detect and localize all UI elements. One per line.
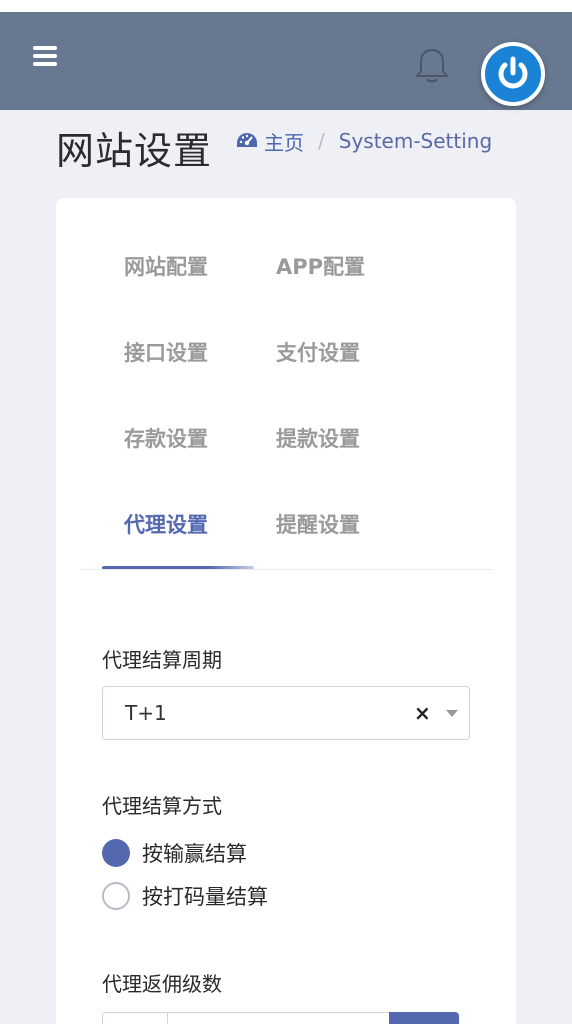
avatar[interactable] — [481, 42, 545, 106]
commission-levels-label: 代理返佣级数 — [102, 972, 222, 996]
status-strip — [0, 0, 572, 12]
tab-website-config[interactable]: 网站配置 — [102, 223, 254, 309]
breadcrumb-current: System-Setting — [338, 129, 493, 153]
breadcrumb: 主页 / System-Setting — [236, 126, 492, 156]
page-title: 网站设置 — [56, 129, 213, 173]
radio-turnover[interactable]: 按打码量结算 — [102, 881, 268, 911]
settlement-method-label: 代理结算方式 — [102, 794, 222, 818]
top-bar — [0, 12, 572, 110]
tab-withdrawal-settings[interactable]: 提款设置 — [254, 395, 406, 481]
hamburger-icon[interactable] — [33, 46, 57, 66]
radio-unchecked-icon[interactable] — [102, 882, 130, 910]
settlement-cycle-value: T+1 — [125, 701, 167, 725]
radio-win-loss-label: 按输赢结算 — [142, 842, 247, 866]
commission-levels-button[interactable] — [389, 1012, 459, 1024]
breadcrumb-home-label: 主页 — [264, 130, 304, 155]
settlement-cycle-label: 代理结算周期 — [102, 648, 222, 672]
tab-api-settings[interactable]: 接口设置 — [102, 309, 254, 395]
tab-payment-settings[interactable]: 支付设置 — [254, 309, 406, 395]
breadcrumb-home-link[interactable]: 主页 — [236, 127, 304, 156]
chevron-down-icon — [446, 710, 458, 717]
radio-checked-icon[interactable] — [102, 839, 130, 867]
breadcrumb-separator: / — [318, 129, 325, 153]
tab-app-config[interactable]: APP配置 — [254, 223, 406, 309]
tab-agent-settings[interactable]: 代理设置 — [102, 481, 254, 567]
tab-reminder-settings[interactable]: 提醒设置 — [254, 481, 406, 567]
power-icon — [498, 56, 528, 89]
clear-icon[interactable]: × — [414, 701, 431, 725]
settlement-cycle-select[interactable]: T+1 × — [102, 686, 470, 740]
tab-divider — [80, 569, 494, 570]
dashboard-icon — [237, 133, 257, 147]
bell-icon[interactable] — [414, 46, 450, 86]
tab-deposit-settings[interactable]: 存款设置 — [102, 395, 254, 481]
radio-win-loss[interactable]: 按输赢结算 — [102, 838, 247, 868]
radio-turnover-label: 按打码量结算 — [142, 885, 268, 909]
settings-card: 网站配置 APP配置 接口设置 支付设置 存款设置 提款设置 代理设置 提醒设置… — [56, 198, 516, 1024]
commission-levels-input[interactable] — [102, 1012, 390, 1024]
